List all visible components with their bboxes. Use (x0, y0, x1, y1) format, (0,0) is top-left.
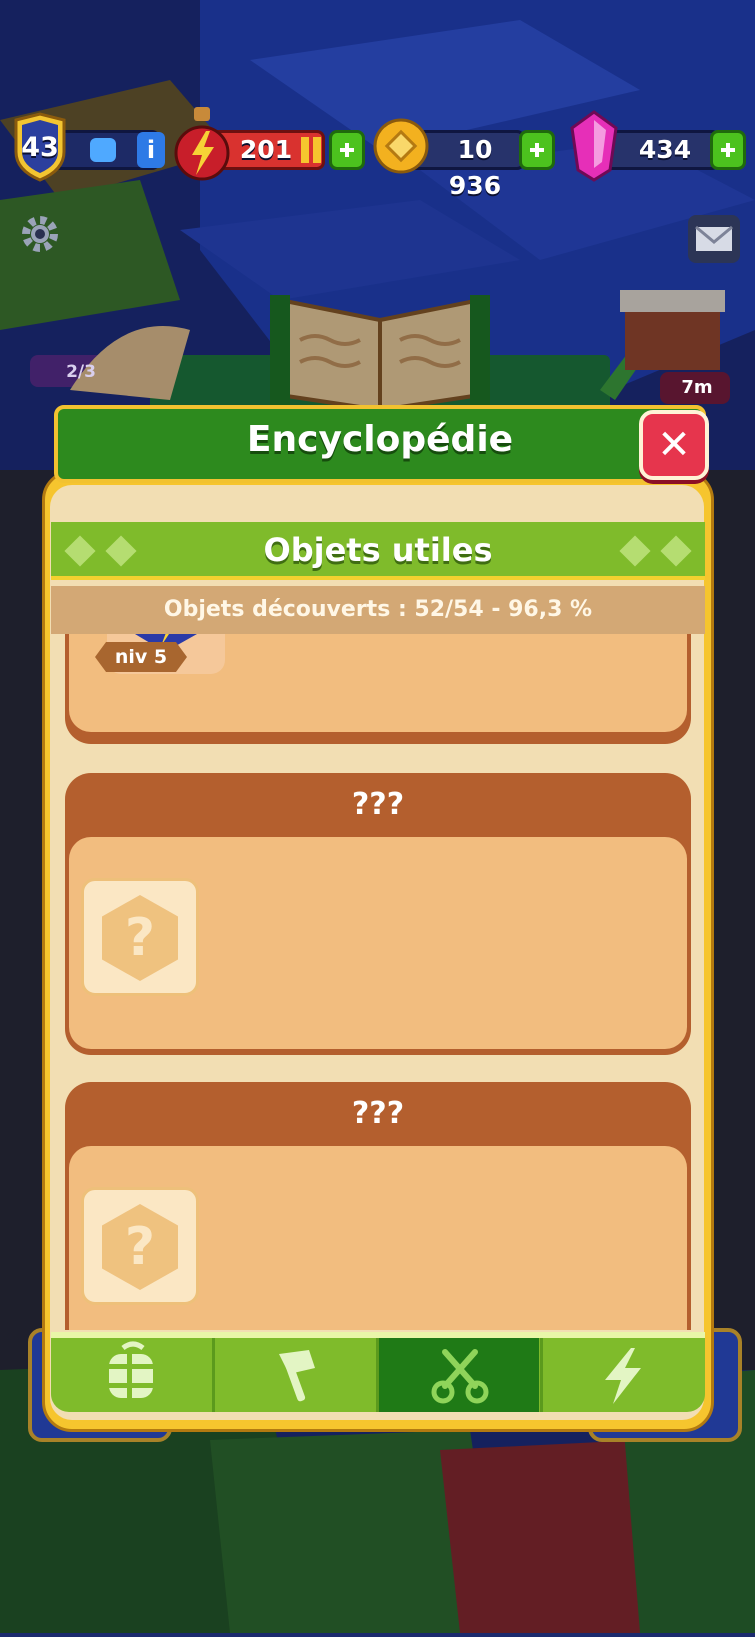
unknown-item-title: ??? (351, 787, 405, 822)
coin-value: 10 936 (448, 135, 502, 200)
unknown-item-slot[interactable]: ? (81, 878, 199, 996)
info-button[interactable]: i (137, 132, 165, 168)
info-icon: i (146, 136, 156, 164)
energy-value: 201 (239, 135, 293, 164)
coin-add-button[interactable] (519, 130, 555, 170)
scissors-icon (431, 1349, 489, 1404)
unknown-item-slot[interactable]: ? (81, 1187, 199, 1305)
modal-title: Encyclopédie (246, 419, 514, 460)
question-hex-icon: ? (102, 895, 178, 981)
mail-envelope-icon[interactable] (688, 215, 740, 263)
gem-value: 434 (638, 135, 692, 164)
xp-fill (90, 138, 116, 162)
coin-icon (372, 117, 430, 175)
right-timer-label: 7m (681, 377, 713, 398)
unknown-item-title: ??? (351, 1096, 405, 1131)
energy-add-button[interactable] (329, 130, 365, 170)
barrel-icon (109, 1341, 153, 1398)
gem-icon (568, 110, 620, 182)
tab-energy[interactable] (543, 1338, 703, 1412)
lightning-icon (605, 1348, 641, 1404)
gem-add-button[interactable] (710, 130, 746, 170)
discovered-count: Objets découverts : 52/54 - 96,3 % (163, 597, 593, 622)
category-tabs (51, 1332, 705, 1412)
settings-gear-icon[interactable] (18, 212, 62, 256)
energy-potion-icon (170, 105, 234, 183)
energy-pause-icon (301, 137, 323, 163)
player-level: 43 (21, 132, 59, 163)
left-badge-counter: 2/3 (66, 362, 96, 382)
close-button[interactable]: ✕ (639, 410, 709, 480)
item-level-label: niv 5 (114, 646, 168, 668)
item-list[interactable]: niv 5 ??? ? ??? ? (51, 634, 705, 1330)
axe-icon (279, 1350, 315, 1402)
section-title: Objets utiles (263, 531, 493, 569)
tab-tools[interactable] (215, 1338, 375, 1412)
tab-barrel[interactable] (51, 1338, 211, 1412)
question-hex-icon: ? (102, 1204, 178, 1290)
close-icon: ✕ (657, 422, 691, 468)
tab-useful-objects[interactable] (379, 1338, 539, 1412)
